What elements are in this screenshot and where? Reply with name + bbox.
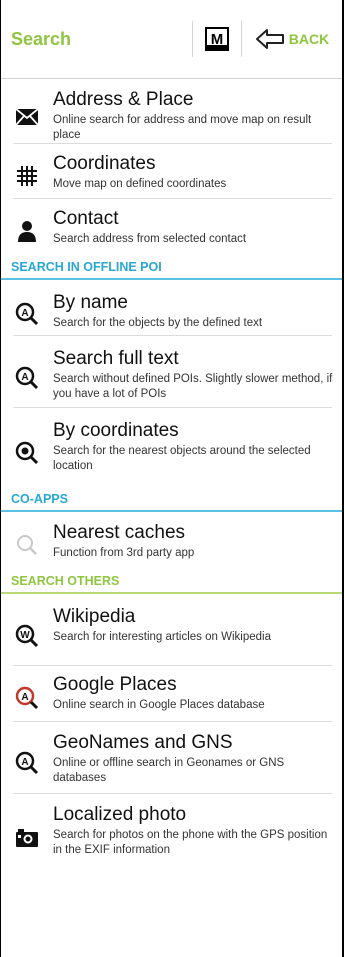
item-title: By name — [53, 292, 128, 313]
section-label: SEARCH OTHERS — [11, 574, 120, 588]
magnifier-icon — [1, 533, 53, 557]
map-button[interactable]: M — [193, 0, 241, 78]
svg-text:A: A — [21, 372, 28, 383]
item-subtitle: Online or offline search in Geonames or … — [53, 757, 285, 784]
item-subtitle: Search for the nearest objects around th… — [53, 445, 311, 472]
list-item-wikipedia[interactable]: W Wikipedia Search for interesting artic… — [1, 594, 342, 666]
item-title: By coordinates — [53, 420, 179, 441]
item-subtitle: Search for interesting articles on Wikip… — [53, 631, 271, 643]
section-header-search-others: SEARCH OTHERS — [1, 568, 342, 594]
item-subtitle: Search for photos on the phone with the … — [53, 829, 328, 856]
item-subtitle: Search address from selected contact — [53, 233, 247, 245]
item-title: Nearest caches — [53, 522, 186, 543]
map-m-icon: M — [205, 27, 229, 51]
list-item-search-full-text[interactable]: A Search full text Search without define… — [1, 336, 342, 408]
back-arrow-icon — [255, 29, 284, 49]
search-a-icon: A — [1, 366, 53, 390]
list-item-nearest-caches[interactable]: Nearest caches Function from 3rd party a… — [1, 512, 342, 568]
back-button[interactable]: BACK — [242, 0, 342, 78]
section-label: SEARCH IN OFFLINE POI — [11, 260, 162, 274]
search-a-icon: A — [1, 751, 53, 775]
item-subtitle: Online search in Google Places database — [53, 699, 265, 711]
svg-text:A: A — [21, 308, 28, 319]
search-a-icon: A — [1, 302, 53, 326]
item-title: Wikipedia — [53, 606, 136, 627]
item-subtitle: Move map on defined coordinates — [53, 178, 227, 190]
item-title: Search full text — [53, 348, 179, 369]
person-icon — [1, 220, 53, 242]
page-title: Search — [11, 28, 72, 49]
list-item-contact[interactable]: Contact Search address from selected con… — [1, 199, 342, 254]
svg-text:W: W — [20, 630, 30, 641]
list-item-address-place[interactable]: Address & Place Online search for addres… — [1, 79, 342, 144]
item-title: GeoNames and GNS — [53, 732, 233, 753]
list-item-localized-photo[interactable]: Localized photo Search for photos on the… — [1, 794, 342, 872]
item-title: Contact — [53, 208, 119, 229]
svg-text:A: A — [21, 692, 28, 703]
envelope-icon — [1, 108, 53, 125]
back-label: BACK — [288, 31, 330, 47]
list-item-by-coordinates[interactable]: By coordinates Search for the nearest ob… — [1, 408, 342, 486]
item-subtitle: Function from 3rd party app — [53, 547, 195, 559]
map-letter: M — [210, 30, 224, 48]
section-label: CO-APPS — [11, 492, 68, 506]
list-item-google-places[interactable]: A Google Places Online search in Google … — [1, 666, 342, 722]
search-a-red-icon: A — [1, 686, 53, 710]
section-header-co-apps: CO-APPS — [1, 486, 342, 512]
grid-hash-icon — [1, 165, 53, 187]
item-title: Localized photo — [53, 804, 187, 825]
svg-text:A: A — [21, 757, 28, 768]
list-item-by-name[interactable]: A By name Search for the objects by the … — [1, 280, 342, 336]
search-target-icon — [1, 441, 53, 465]
item-subtitle: Search without defined POIs. Slightly sl… — [53, 373, 333, 400]
search-screen: Search M BACK Address & Place Online sea… — [0, 0, 344, 957]
item-title: Google Places — [53, 674, 177, 695]
item-subtitle: Search for the objects by the defined te… — [53, 317, 263, 329]
section-header-offline-poi: SEARCH IN OFFLINE POI — [1, 254, 342, 280]
item-subtitle: Online search for address and move map o… — [53, 114, 312, 141]
camera-icon — [1, 828, 53, 848]
top-bar: Search M BACK — [1, 0, 342, 79]
list-item-coordinates[interactable]: Coordinates Move map on defined coordina… — [1, 144, 342, 199]
list-item-geonames-gns[interactable]: A GeoNames and GNS Online or offline sea… — [1, 722, 342, 794]
item-title: Coordinates — [53, 153, 156, 174]
search-w-icon: W — [1, 624, 53, 648]
item-title: Address & Place — [53, 89, 194, 110]
